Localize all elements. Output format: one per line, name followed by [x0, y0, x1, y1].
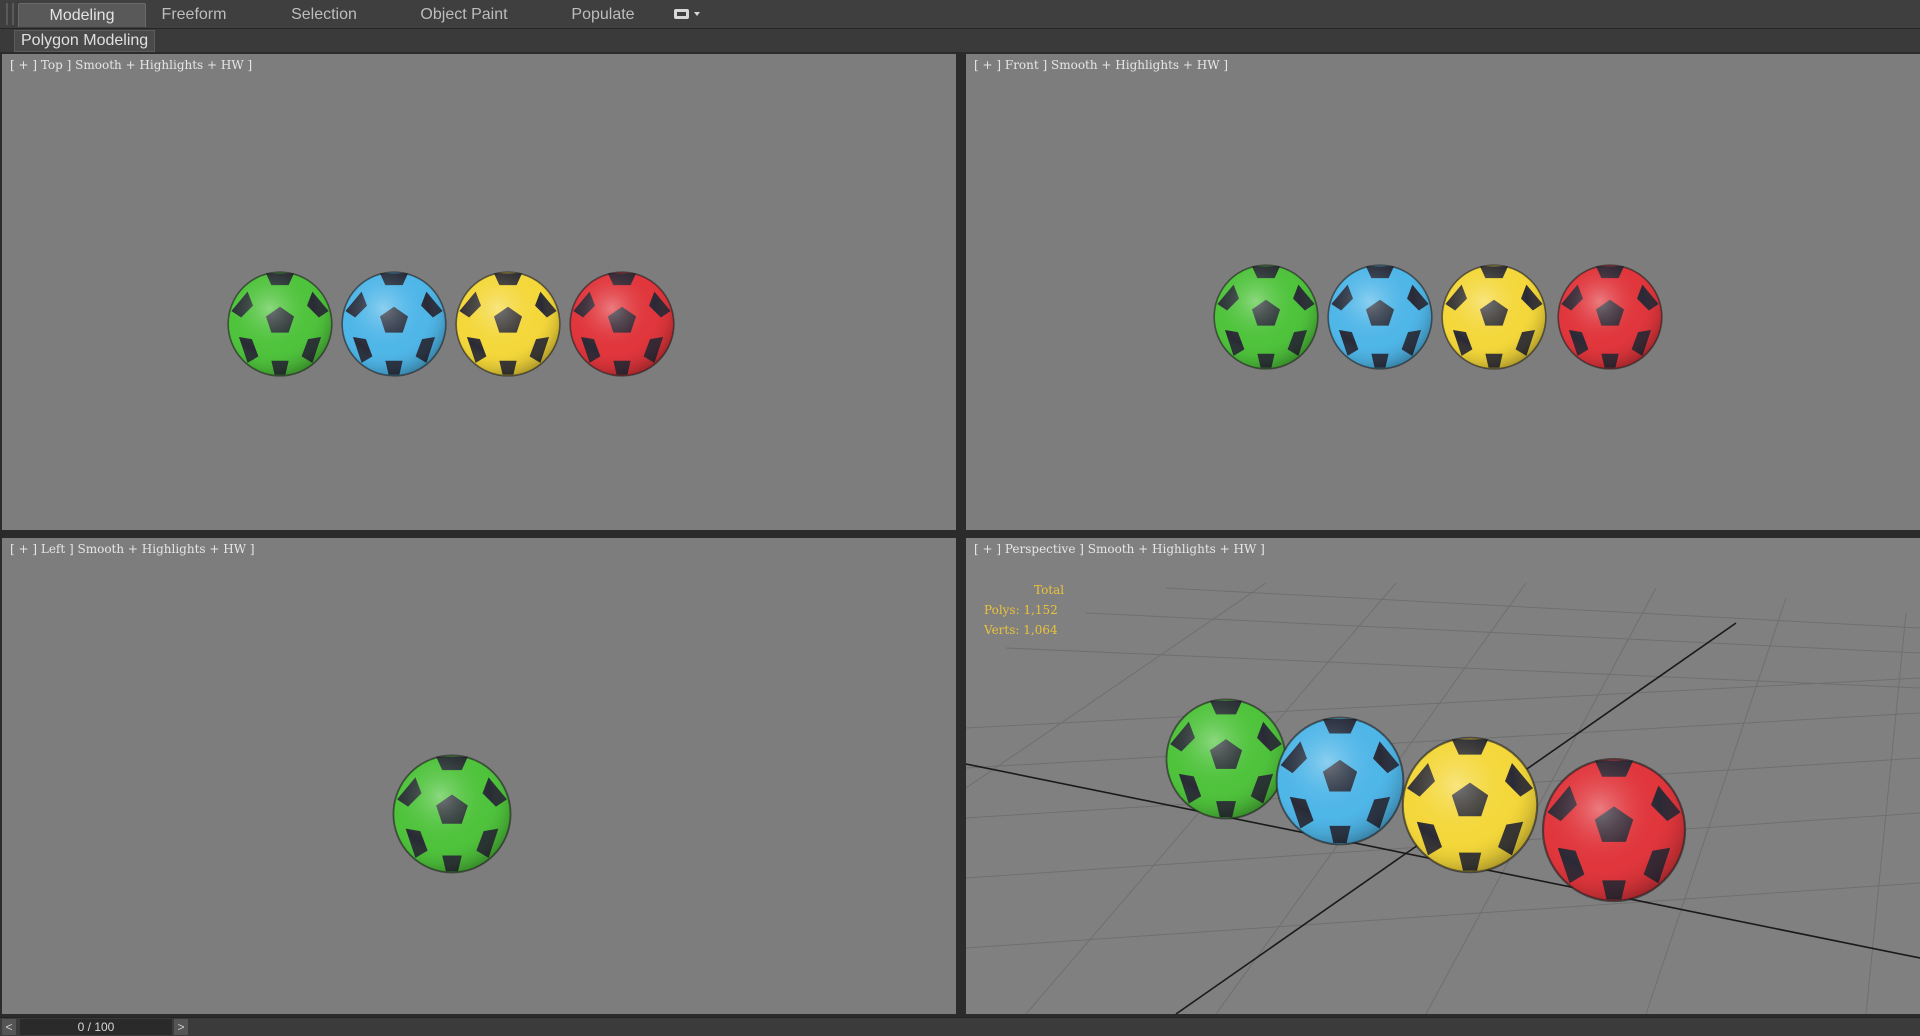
soccer-ball-green[interactable]: [1212, 263, 1320, 376]
polygon-modeling-panel-button[interactable]: Polygon Modeling: [14, 30, 156, 52]
soccer-ball-red[interactable]: [568, 270, 676, 383]
next-frame-button[interactable]: >: [174, 1019, 188, 1035]
dropdown-arrow-icon: [694, 12, 700, 16]
soccer-ball-blue[interactable]: [340, 270, 448, 383]
tab-object-paint[interactable]: Object Paint: [410, 3, 518, 27]
viewport-front-label[interactable]: [ + ] Front ] Smooth + Highlights + HW ]: [974, 58, 1228, 72]
time-slider[interactable]: 0 / 100: [20, 1019, 172, 1035]
soccer-ball-red[interactable]: [1556, 263, 1664, 376]
soccer-ball-yellow[interactable]: [454, 270, 562, 383]
tab-populate[interactable]: Populate: [562, 3, 644, 27]
soccer-ball-red[interactable]: [1540, 756, 1688, 909]
stats-total-label: Total: [1034, 583, 1065, 597]
viewport-top-label[interactable]: [ + ] Top ] Smooth + Highlights + HW ]: [10, 58, 252, 72]
stats-polys: Polys: 1,152: [984, 603, 1058, 617]
soccer-ball-yellow[interactable]: [1440, 263, 1548, 376]
soccer-ball-blue[interactable]: [1326, 263, 1434, 376]
viewport-perspective-label[interactable]: [ + ] Perspective ] Smooth + Highlights …: [974, 542, 1265, 556]
soccer-ball-green[interactable]: [226, 270, 334, 383]
toolbar-grip[interactable]: [6, 3, 14, 25]
prev-frame-button[interactable]: <: [2, 1019, 16, 1035]
viewport-left[interactable]: [ + ] Left ] Smooth + Highlights + HW ]: [2, 538, 956, 1014]
scene-statistics: Total Polys: 1,152 Verts: 1,064: [984, 580, 1064, 640]
ribbon-tab-bar: Modeling Freeform Selection Object Paint…: [0, 0, 1920, 29]
tab-modeling[interactable]: Modeling: [18, 3, 146, 27]
soccer-ball-yellow[interactable]: [1400, 735, 1540, 880]
ribbon-panel: Polygon Modeling: [0, 29, 1920, 52]
tab-selection[interactable]: Selection: [278, 3, 370, 27]
viewport-front[interactable]: [ + ] Front ] Smooth + Highlights + HW ]: [966, 54, 1920, 530]
tab-freeform[interactable]: Freeform: [150, 3, 238, 27]
time-slider-bar: < 0 / 100 >: [0, 1017, 1920, 1036]
soccer-ball-green[interactable]: [1164, 697, 1288, 826]
stats-verts: Verts: 1,064: [984, 623, 1058, 637]
viewport-left-label[interactable]: [ + ] Left ] Smooth + Highlights + HW ]: [10, 542, 255, 556]
soccer-ball-blue[interactable]: [1274, 715, 1406, 852]
ribbon-options-icon[interactable]: [674, 7, 710, 23]
viewport-top[interactable]: [ + ] Top ] Smooth + Highlights + HW ]: [2, 54, 956, 530]
viewport-perspective[interactable]: [ + ] Perspective ] Smooth + Highlights …: [966, 538, 1920, 1014]
soccer-ball-green[interactable]: [391, 753, 513, 880]
